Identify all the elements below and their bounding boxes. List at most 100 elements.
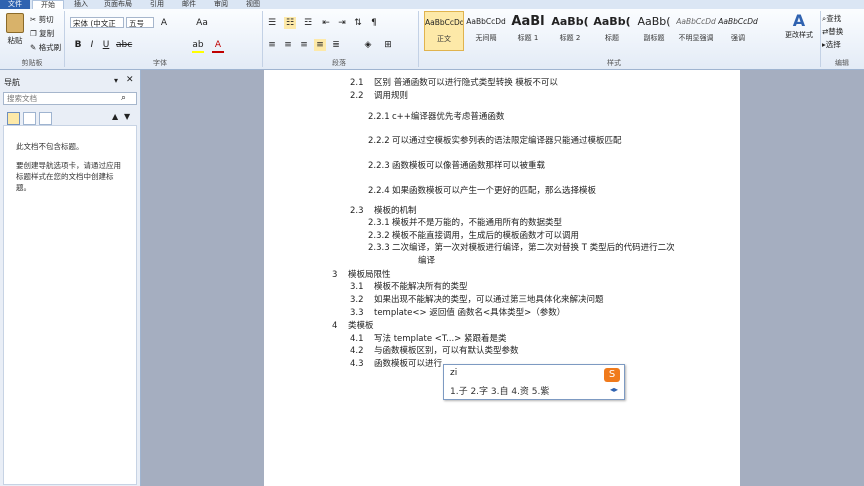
- nav-next-icon[interactable]: ▼: [124, 112, 130, 121]
- distributed-icon[interactable]: ≣: [330, 39, 342, 51]
- brush-icon: ✎: [30, 43, 37, 52]
- copy-label: 复制: [39, 29, 55, 38]
- paste-button[interactable]: 粘贴: [4, 13, 26, 53]
- tab-view[interactable]: 视图: [246, 0, 260, 9]
- editing-group-label: 编辑: [835, 59, 849, 67]
- nav-search-input[interactable]: 搜索文档: [3, 92, 137, 105]
- nav-message-1: 此文档不包含标题。: [16, 142, 84, 151]
- nav-view-results-icon[interactable]: [39, 112, 52, 125]
- doc-line: 3.1 模板不能解决所有的类型: [350, 282, 468, 292]
- underline-button[interactable]: U: [100, 39, 112, 51]
- nav-options-icon[interactable]: ▾: [114, 76, 118, 85]
- shading-icon[interactable]: ◈: [362, 39, 374, 51]
- strikethrough-icon[interactable]: abc: [116, 39, 132, 51]
- borders-icon[interactable]: ⊞: [382, 39, 394, 51]
- ribbon-tabs: 文件 开始 插入 页面布局 引用 邮件 审阅 视图: [0, 0, 864, 9]
- doc-line: 2.3.1 模板并不是万能的，不能通用所有的数据类型: [368, 218, 563, 228]
- doc-line: 4.2 与函数模板区别，可以有默认类型参数: [350, 346, 519, 356]
- select-button[interactable]: ▸选择: [822, 39, 841, 50]
- tab-references[interactable]: 引用: [150, 0, 164, 9]
- style-emphasis[interactable]: AaBbCcDd 强调: [718, 11, 758, 51]
- ribbon: 粘贴 ✂ 剪切 ❐ 复制 ✎ 格式刷 剪贴板 宋体 (中文正 五号 A Aa B…: [0, 9, 864, 70]
- font-size-combo[interactable]: 五号: [126, 17, 154, 28]
- nav-view-headings-icon[interactable]: [7, 112, 20, 125]
- nav-prev-icon[interactable]: ▲: [112, 112, 118, 121]
- clipboard-group-label: 剪贴板: [21, 59, 43, 67]
- tab-mailings[interactable]: 邮件: [182, 0, 196, 9]
- tab-file[interactable]: 文件: [0, 0, 30, 9]
- multilevel-list-icon[interactable]: ☲: [302, 17, 314, 29]
- decrease-indent-icon[interactable]: ⇤: [320, 17, 332, 29]
- change-styles-button[interactable]: A 更改样式: [782, 11, 816, 55]
- highlight-icon[interactable]: ab: [192, 39, 204, 53]
- ime-candidate-window[interactable]: zi S 1.子 2.字 3.自 4.资 5.紫 ◂▸: [443, 364, 625, 400]
- format-painter-button[interactable]: ✎ 格式刷: [30, 42, 61, 53]
- doc-line: 2.2.2 可以通过空模板实参列表的语法限定编译器只能通过模板匹配: [368, 136, 622, 146]
- nav-body: 此文档不包含标题。 要创建导航选项卡，请通过应用标题样式在您的文档中创建标题。: [3, 125, 137, 485]
- increase-indent-icon[interactable]: ⇥: [336, 17, 348, 29]
- cut-button[interactable]: ✂ 剪切: [30, 14, 54, 25]
- doc-line: 2.3 模板的机制: [350, 206, 417, 216]
- tab-review[interactable]: 审阅: [214, 0, 228, 9]
- doc-line: 4.1 写法 template <T...> 紧跟着是类: [350, 334, 507, 344]
- find-label: 查找: [826, 14, 842, 23]
- bold-button[interactable]: B: [72, 39, 84, 51]
- doc-line: 2.2 调用规则: [350, 91, 409, 101]
- navigation-pane: 导航 ▾ ✕ 搜索文档 ⌕ ▲ ▼ 此文档不包含标题。 要创建导航选项卡，请通过…: [0, 70, 141, 486]
- doc-line: 2.2.4 如果函数模板可以产生一个更好的匹配，那么选择模板: [368, 186, 597, 196]
- paste-label: 粘贴: [7, 36, 23, 45]
- font-name-combo[interactable]: 宋体 (中文正: [70, 17, 124, 28]
- replace-button[interactable]: ⇄替换: [822, 26, 843, 37]
- document-page[interactable]: 2.1 区别 普通函数可以进行隐式类型转换 模板不可以 2.2 调用规则 2.2.1…: [264, 70, 740, 486]
- grow-font-button[interactable]: A: [158, 17, 170, 29]
- style-subtitle[interactable]: AaBb(副标题: [634, 11, 674, 51]
- nav-message-2: 要创建导航选项卡，请通过应用标题样式在您的文档中创建标题。: [16, 161, 121, 192]
- change-styles-label: 更改样式: [785, 31, 813, 39]
- copy-button[interactable]: ❐ 复制: [30, 28, 54, 39]
- italic-button[interactable]: I: [86, 39, 98, 51]
- replace-label: 替换: [828, 27, 844, 36]
- style-subtle-emphasis[interactable]: AaBbCcDd 不明显强调: [676, 11, 716, 51]
- change-case-button[interactable]: Aa: [196, 17, 208, 29]
- font-color-icon[interactable]: A: [212, 39, 224, 53]
- sort-icon[interactable]: ⇅: [352, 17, 364, 29]
- style-normal[interactable]: AaBbCcDd 正文: [424, 11, 464, 51]
- search-icon[interactable]: ⌕: [121, 93, 126, 103]
- style-title[interactable]: AaBb(标题: [592, 11, 632, 51]
- paste-icon: [6, 13, 24, 33]
- align-right-icon[interactable]: ≡: [298, 39, 310, 51]
- cut-label: 剪切: [38, 15, 54, 24]
- doc-line: 3.3 template<> 返回值 函数名<具体类型>（参数）: [350, 308, 566, 318]
- align-center-icon[interactable]: ≡: [282, 39, 294, 51]
- divider: [418, 11, 419, 67]
- doc-line: 2.2.3 函数模板可以像普通函数那样可以被重载: [368, 161, 546, 171]
- style-no-spacing[interactable]: AaBbCcDd 无间隔: [466, 11, 506, 51]
- change-styles-icon: A: [792, 11, 806, 30]
- close-icon[interactable]: ✕: [126, 75, 134, 85]
- ime-candidates[interactable]: 1.子 2.字 3.自 4.资 5.紫: [450, 384, 549, 397]
- bullets-icon[interactable]: ☰: [266, 17, 278, 29]
- show-marks-icon[interactable]: ¶: [368, 17, 380, 29]
- paragraph-group-label: 段落: [332, 59, 346, 67]
- ime-input-text: zi: [450, 368, 458, 378]
- tab-home[interactable]: 开始: [32, 0, 64, 9]
- numbering-icon[interactable]: ☷: [284, 17, 296, 29]
- align-left-icon[interactable]: ≡: [266, 39, 278, 51]
- divider: [262, 11, 263, 67]
- nav-view-pages-icon[interactable]: [23, 112, 36, 125]
- tab-page-layout[interactable]: 页面布局: [104, 0, 132, 9]
- find-button[interactable]: ⌕查找: [822, 13, 841, 24]
- style-heading-1[interactable]: AaBl 标题 1: [508, 11, 548, 51]
- styles-group-label: 样式: [607, 59, 621, 67]
- select-label: 选择: [825, 40, 841, 49]
- doc-line: 3.2 如果出现不能解决的类型，可以通过第三地具体化来解决问题: [350, 295, 604, 305]
- doc-line: 2.1 区别 普通函数可以进行隐式类型转换 模板不可以: [350, 78, 558, 88]
- style-heading-2[interactable]: AaBb(标题 2: [550, 11, 590, 51]
- divider: [64, 11, 65, 67]
- doc-line: 4.3 函数模板可以进行: [350, 359, 443, 369]
- justify-icon[interactable]: ≡: [314, 39, 326, 51]
- ime-page-arrows-icon[interactable]: ◂▸: [610, 385, 618, 394]
- doc-line: 2.3.2 模板不能直接调用，生成后的模板函数才可以调用: [368, 231, 580, 241]
- scissors-icon: ✂: [30, 15, 37, 24]
- tab-insert[interactable]: 插入: [74, 0, 88, 9]
